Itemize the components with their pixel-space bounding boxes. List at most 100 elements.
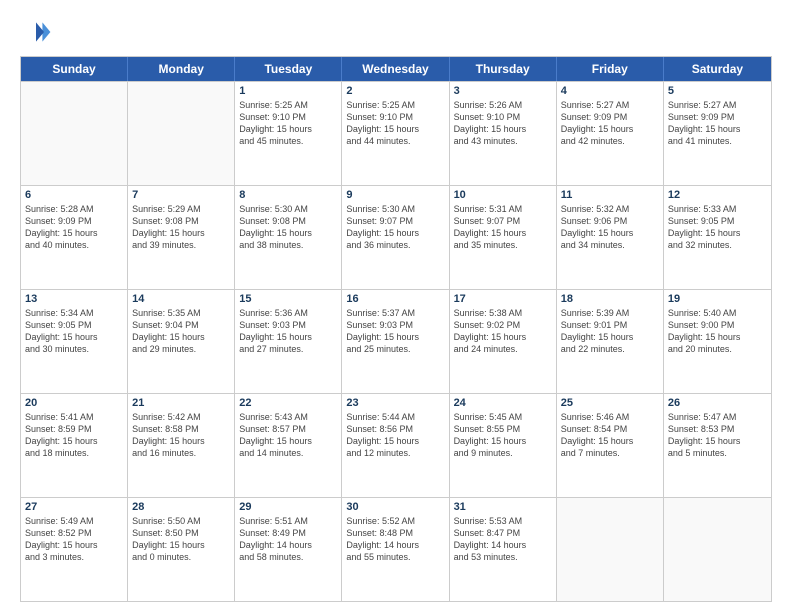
cell-day-number: 11 [561,189,659,201]
cell-day-info: Sunrise: 5:49 AM Sunset: 8:52 PM Dayligh… [25,515,123,564]
calendar-row: 1 Sunrise: 5:25 AM Sunset: 9:10 PM Daylig… [21,81,771,185]
cell-day-info: Sunrise: 5:37 AM Sunset: 9:03 PM Dayligh… [346,307,444,356]
cell-day-info: Sunrise: 5:53 AM Sunset: 8:47 PM Dayligh… [454,515,552,564]
calendar-cell: 27 Sunrise: 5:49 AM Sunset: 8:52 PM Dayli… [21,498,128,601]
cell-day-info: Sunrise: 5:52 AM Sunset: 8:48 PM Dayligh… [346,515,444,564]
calendar-cell: 10 Sunrise: 5:31 AM Sunset: 9:07 PM Dayli… [450,186,557,289]
cell-day-number: 14 [132,293,230,305]
header [20,16,772,48]
calendar-cell: 5 Sunrise: 5:27 AM Sunset: 9:09 PM Daylig… [664,82,771,185]
calendar-row: 20Sunrise: 5:41 AM Sunset: 8:59 PM Dayli… [21,393,771,497]
calendar-cell: 31Sunrise: 5:53 AM Sunset: 8:47 PM Dayli… [450,498,557,601]
calendar-cell: 2 Sunrise: 5:25 AM Sunset: 9:10 PM Daylig… [342,82,449,185]
calendar-cell: 29 Sunrise: 5:51 AM Sunset: 8:49 PM Dayli… [235,498,342,601]
cell-day-number: 17 [454,293,552,305]
cell-day-info: Sunrise: 5:47 AM Sunset: 8:53 PM Dayligh… [668,411,767,460]
calendar-cell: 9 Sunrise: 5:30 AM Sunset: 9:07 PM Daylig… [342,186,449,289]
cell-day-number: 3 [454,85,552,97]
calendar-cell: 18Sunrise: 5:39 AM Sunset: 9:01 PM Dayli… [557,290,664,393]
cell-day-info: Sunrise: 5:41 AM Sunset: 8:59 PM Dayligh… [25,411,123,460]
cell-day-number: 13 [25,293,123,305]
cell-day-number: 7 [132,189,230,201]
cell-day-info: Sunrise: 5:25 AM Sunset: 9:10 PM Dayligh… [239,99,337,148]
calendar-cell: 4Sunrise: 5:27 AM Sunset: 9:09 PM Daylig… [557,82,664,185]
cell-day-info: Sunrise: 5:51 AM Sunset: 8:49 PM Dayligh… [239,515,337,564]
cell-day-number: 24 [454,397,552,409]
calendar-body: 1 Sunrise: 5:25 AM Sunset: 9:10 PM Daylig… [21,81,771,601]
cell-day-info: Sunrise: 5:45 AM Sunset: 8:55 PM Dayligh… [454,411,552,460]
calendar-cell: 13 Sunrise: 5:34 AM Sunset: 9:05 PM Dayli… [21,290,128,393]
calendar-row: 27 Sunrise: 5:49 AM Sunset: 8:52 PM Dayli… [21,497,771,601]
cell-day-info: Sunrise: 5:30 AM Sunset: 9:08 PM Dayligh… [239,203,337,252]
calendar-cell: 7 Sunrise: 5:29 AM Sunset: 9:08 PM Daylig… [128,186,235,289]
cell-day-number: 6 [25,189,123,201]
cell-day-number: 16 [346,293,444,305]
cell-day-info: Sunrise: 5:46 AM Sunset: 8:54 PM Dayligh… [561,411,659,460]
cell-day-info: Sunrise: 5:34 AM Sunset: 9:05 PM Dayligh… [25,307,123,356]
page: SundayMondayTuesdayWednesdayThursdayFrid… [0,0,792,612]
cell-day-info: Sunrise: 5:27 AM Sunset: 9:09 PM Dayligh… [668,99,767,148]
weekday-header: Thursday [450,57,557,81]
calendar-cell: 24 Sunrise: 5:45 AM Sunset: 8:55 PM Dayli… [450,394,557,497]
cell-day-number: 19 [668,293,767,305]
cell-day-number: 1 [239,85,337,97]
cell-day-info: Sunrise: 5:42 AM Sunset: 8:58 PM Dayligh… [132,411,230,460]
weekday-header: Monday [128,57,235,81]
cell-day-info: Sunrise: 5:40 AM Sunset: 9:00 PM Dayligh… [668,307,767,356]
calendar-row: 6 Sunrise: 5:28 AM Sunset: 9:09 PM Daylig… [21,185,771,289]
calendar-cell [128,82,235,185]
calendar-cell: 21 Sunrise: 5:42 AM Sunset: 8:58 PM Dayli… [128,394,235,497]
calendar-cell: 23Sunrise: 5:44 AM Sunset: 8:56 PM Dayli… [342,394,449,497]
calendar-cell: 25 Sunrise: 5:46 AM Sunset: 8:54 PM Dayli… [557,394,664,497]
cell-day-info: Sunrise: 5:33 AM Sunset: 9:05 PM Dayligh… [668,203,767,252]
cell-day-number: 27 [25,501,123,513]
calendar-cell: 12 Sunrise: 5:33 AM Sunset: 9:05 PM Dayli… [664,186,771,289]
cell-day-number: 30 [346,501,444,513]
cell-day-number: 8 [239,189,337,201]
cell-day-info: Sunrise: 5:36 AM Sunset: 9:03 PM Dayligh… [239,307,337,356]
calendar-cell: 20Sunrise: 5:41 AM Sunset: 8:59 PM Dayli… [21,394,128,497]
cell-day-info: Sunrise: 5:44 AM Sunset: 8:56 PM Dayligh… [346,411,444,460]
cell-day-number: 12 [668,189,767,201]
calendar-cell [21,82,128,185]
cell-day-info: Sunrise: 5:28 AM Sunset: 9:09 PM Dayligh… [25,203,123,252]
weekday-header: Saturday [664,57,771,81]
weekday-header: Sunday [21,57,128,81]
calendar-cell: 6 Sunrise: 5:28 AM Sunset: 9:09 PM Daylig… [21,186,128,289]
calendar-cell: 16 Sunrise: 5:37 AM Sunset: 9:03 PM Dayli… [342,290,449,393]
cell-day-info: Sunrise: 5:30 AM Sunset: 9:07 PM Dayligh… [346,203,444,252]
cell-day-number: 9 [346,189,444,201]
calendar-cell: 17Sunrise: 5:38 AM Sunset: 9:02 PM Dayli… [450,290,557,393]
cell-day-number: 22 [239,397,337,409]
cell-day-number: 25 [561,397,659,409]
cell-day-info: Sunrise: 5:32 AM Sunset: 9:06 PM Dayligh… [561,203,659,252]
calendar-cell: 8 Sunrise: 5:30 AM Sunset: 9:08 PM Daylig… [235,186,342,289]
calendar-cell: 19 Sunrise: 5:40 AM Sunset: 9:00 PM Dayli… [664,290,771,393]
calendar-cell [557,498,664,601]
cell-day-number: 4 [561,85,659,97]
logo [20,16,56,48]
cell-day-number: 5 [668,85,767,97]
cell-day-info: Sunrise: 5:31 AM Sunset: 9:07 PM Dayligh… [454,203,552,252]
calendar-header: SundayMondayTuesdayWednesdayThursdayFrid… [21,57,771,81]
cell-day-number: 10 [454,189,552,201]
cell-day-number: 15 [239,293,337,305]
cell-day-number: 26 [668,397,767,409]
weekday-header: Friday [557,57,664,81]
cell-day-number: 21 [132,397,230,409]
calendar-cell: 22Sunrise: 5:43 AM Sunset: 8:57 PM Dayli… [235,394,342,497]
calendar-cell: 15 Sunrise: 5:36 AM Sunset: 9:03 PM Dayli… [235,290,342,393]
calendar-row: 13 Sunrise: 5:34 AM Sunset: 9:05 PM Dayli… [21,289,771,393]
cell-day-info: Sunrise: 5:26 AM Sunset: 9:10 PM Dayligh… [454,99,552,148]
cell-day-number: 18 [561,293,659,305]
calendar-cell: 14Sunrise: 5:35 AM Sunset: 9:04 PM Dayli… [128,290,235,393]
cell-day-number: 29 [239,501,337,513]
calendar-cell [664,498,771,601]
cell-day-number: 28 [132,501,230,513]
cell-day-number: 2 [346,85,444,97]
cell-day-info: Sunrise: 5:25 AM Sunset: 9:10 PM Dayligh… [346,99,444,148]
calendar-cell: 3 Sunrise: 5:26 AM Sunset: 9:10 PM Daylig… [450,82,557,185]
cell-day-info: Sunrise: 5:50 AM Sunset: 8:50 PM Dayligh… [132,515,230,564]
calendar: SundayMondayTuesdayWednesdayThursdayFrid… [20,56,772,602]
cell-day-info: Sunrise: 5:29 AM Sunset: 9:08 PM Dayligh… [132,203,230,252]
